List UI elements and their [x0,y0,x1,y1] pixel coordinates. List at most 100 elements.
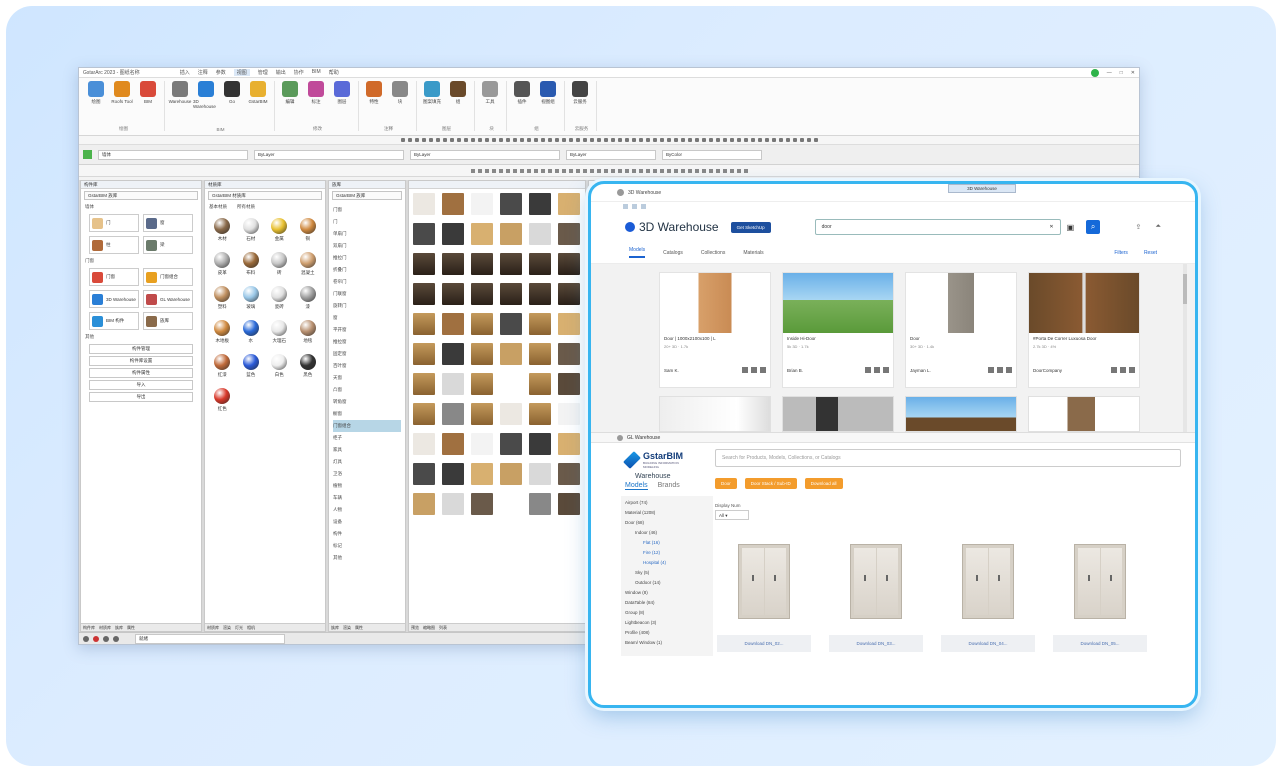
family-thumbnail[interactable] [529,493,551,515]
tree-item[interactable]: 窗 [333,312,401,324]
material-swatch[interactable]: 白色 [268,354,291,378]
tree-item[interactable]: 人物 [333,504,401,516]
family-thumbnail[interactable] [471,223,493,245]
tool-icon[interactable] [526,138,531,142]
scrollbar-thumb[interactable] [1183,274,1187,304]
tool-icon[interactable] [715,138,720,142]
ribbon-button[interactable]: GstarBIM [245,81,271,125]
panel-tab[interactable]: 属性 [355,625,363,631]
collection-icon[interactable] [874,367,880,373]
tree-item[interactable]: 车辆 [333,492,401,504]
family-thumbnail[interactable] [413,223,435,245]
ribbon-button[interactable]: 组 [445,81,471,125]
family-thumbnail[interactable] [529,403,551,425]
tool-icon[interactable] [610,138,615,142]
model-card-partial[interactable] [659,396,771,432]
tree-item[interactable]: 构件 [333,528,401,540]
category-item[interactable]: Hospital (4) [625,558,709,568]
panel-tab[interactable]: 缩略图 [423,625,435,631]
share-icon[interactable] [1129,367,1135,373]
family-thumbnail[interactable] [529,343,551,365]
material-tab-basic[interactable]: 基本材质 [209,204,227,210]
family-thumbnail[interactable] [558,223,580,245]
menu-tab[interactable]: 协作 [294,69,304,76]
panel-tab[interactable]: 构件库 [83,625,95,631]
panel-tab[interactable]: 列表 [439,625,447,631]
tool-icon[interactable] [701,168,706,173]
tree-item[interactable]: 旋转门 [333,300,401,312]
panel-tab[interactable]: 相机 [247,625,255,631]
tree-item[interactable]: 卫浴 [333,468,401,480]
clear-search-icon[interactable]: ✕ [1049,224,1053,230]
material-swatch[interactable]: 石材 [240,218,263,242]
ribbon-button[interactable]: 3D Warehouse [193,81,219,125]
category-item[interactable]: Outdoor (14) [625,578,709,588]
tool-icon[interactable] [645,168,650,173]
ribbon-button[interactable]: 特性 [361,81,387,125]
model-card[interactable]: Inside Hi-Door 5k 3D · 1.7k Brian B. [782,272,894,388]
tool-icon[interactable] [470,168,475,173]
family-thumbnail[interactable] [500,463,522,485]
model-card[interactable]: Door 30+ 3D · 1.4k Jayman L. [905,272,1017,388]
material-swatch[interactable]: 玻璃 [240,286,263,310]
category-item[interactable]: Airport (74) [625,498,709,508]
maximize-button[interactable]: □ [1120,70,1123,76]
material-swatch[interactable]: 地毯 [297,320,320,344]
tree-item[interactable]: 折叠门 [333,264,401,276]
color-select[interactable]: ByLayer [254,149,404,160]
tab-materials[interactable]: Materials [743,250,763,256]
category-item[interactable]: Material (1208) [625,508,709,518]
family-thumbnail[interactable] [442,433,464,455]
component-tile[interactable]: 梁 [143,236,193,254]
tool-icon[interactable] [526,168,531,173]
panel-tab[interactable]: 预览 [411,625,419,631]
family-thumbnail[interactable] [558,313,580,335]
download-icon[interactable] [742,367,748,373]
collection-icon[interactable] [751,367,757,373]
product-card[interactable]: Download DN_04... [939,532,1037,652]
ribbon-button[interactable]: 插件 [509,81,535,125]
tool-icon[interactable] [638,138,643,142]
model-author[interactable]: Sam K. [664,368,679,373]
tool-icon[interactable] [617,138,622,142]
category-item[interactable]: Door (68) [625,518,709,528]
component-action-button[interactable]: 构件库设置 [89,356,193,366]
tree-item[interactable]: 卷帘门 [333,276,401,288]
tool-icon[interactable] [708,138,713,142]
download-icon[interactable] [1111,367,1117,373]
panel-tab[interactable]: 渲染 [223,625,231,631]
family-thumbnail[interactable] [500,223,522,245]
tree-item[interactable]: 单扇门 [333,228,401,240]
download-button[interactable]: Download DN_03... [829,635,923,652]
refresh-icon[interactable] [641,204,646,209]
component-tile[interactable]: 3D Warehouse [89,290,139,308]
menu-tab[interactable]: 输出 [276,69,286,76]
category-item[interactable]: Group (8) [625,608,709,618]
tool-icon[interactable] [673,168,678,173]
snap-icon[interactable] [93,635,99,642]
family-thumbnail[interactable] [558,493,580,515]
model-author[interactable]: DoorCompany [1033,368,1062,373]
menu-tab[interactable]: BIM [312,69,321,76]
family-thumbnail[interactable] [500,283,522,305]
family-thumbnail[interactable] [413,283,435,305]
close-button[interactable]: ✕ [1131,70,1135,76]
panel-tab[interactable]: 族库 [331,625,339,631]
collection-icon[interactable] [1120,367,1126,373]
family-thumbnail[interactable] [558,373,580,395]
tree-item[interactable]: 推拉门 [333,252,401,264]
tool-icon[interactable] [652,168,657,173]
tool-icon[interactable] [435,138,440,142]
linetype-select[interactable]: ByLayer [410,149,560,160]
back-icon[interactable] [623,204,628,209]
family-thumbnail[interactable] [442,313,464,335]
family-thumbnail[interactable] [471,433,493,455]
panel-tab[interactable]: 渲染 [343,625,351,631]
menu-tab[interactable]: 管理 [258,69,268,76]
family-thumbnail[interactable] [471,343,493,365]
family-thumbnail[interactable] [529,253,551,275]
component-tile[interactable]: BIM 构件 [89,312,139,330]
tree-item[interactable]: 标记 [333,540,401,552]
family-thumbnail[interactable] [413,193,435,215]
family-thumbnail[interactable] [471,373,493,395]
